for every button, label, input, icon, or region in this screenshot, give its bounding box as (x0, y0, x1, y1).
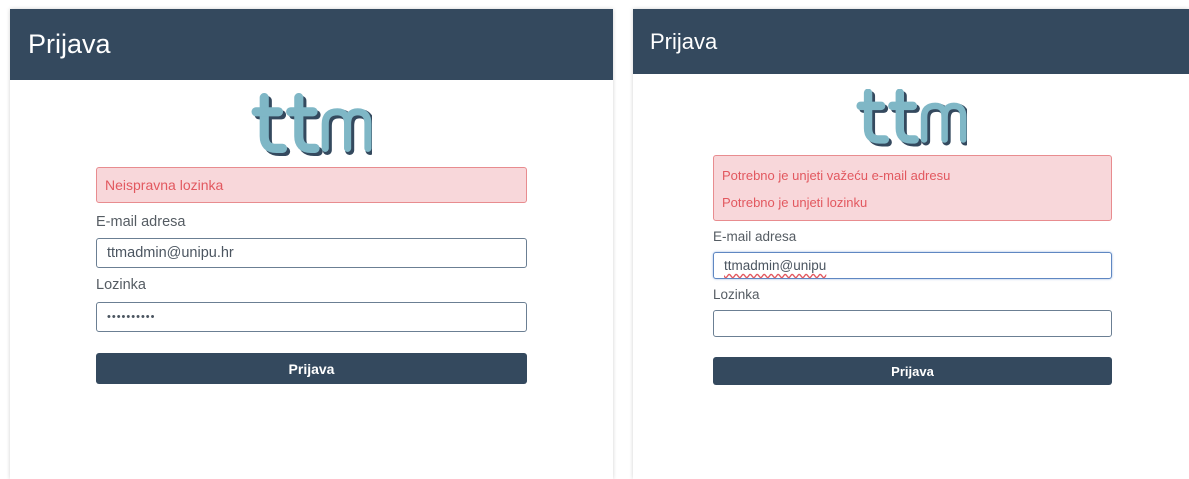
login-form: Neispravna lozinka E-mail adresa ttmadmi… (96, 167, 527, 384)
login-button[interactable]: Prijava (713, 357, 1112, 385)
alert-message: Neispravna lozinka (105, 177, 224, 193)
ttm-logo: ttm (251, 93, 372, 157)
login-form: Potrebno je unjeti važeću e-mail adresu … (713, 155, 1112, 385)
login-button-label: Prijava (891, 363, 934, 379)
email-label: E-mail adresa (713, 229, 797, 244)
password-label: Lozinka (96, 277, 146, 293)
page-header: Prijava (10, 9, 613, 80)
alert-message-email: Potrebno je unjeti važeću e-mail adresu (722, 168, 951, 183)
page-title: Prijava (650, 28, 718, 54)
password-label: Lozinka (713, 287, 760, 302)
email-field[interactable]: ttmadmin@unipu (713, 252, 1112, 279)
login-button-label: Prijava (288, 360, 335, 377)
login-panel-left: Prijava ttm Neispravna lozinka E-mail ad… (10, 9, 613, 479)
error-alert: Neispravna lozinka (96, 167, 527, 203)
password-field[interactable] (713, 310, 1112, 337)
email-label: E-mail adresa (96, 214, 186, 230)
password-field[interactable]: •••••••••• (96, 302, 527, 332)
page-title: Prijava (28, 29, 111, 59)
email-field[interactable]: ttmadmin@unipu.hr (96, 238, 527, 268)
password-field-value: •••••••••• (107, 311, 156, 323)
page-header: Prijava (633, 9, 1189, 74)
email-field-value: ttmadmin@unipu (724, 258, 827, 273)
email-field-value: ttmadmin@unipu.hr (107, 245, 234, 261)
alert-message-password: Potrebno je unjeti lozinku (722, 195, 868, 210)
login-button[interactable]: Prijava (96, 353, 527, 384)
error-alert: Potrebno je unjeti važeću e-mail adresu … (713, 155, 1112, 221)
login-panel-right: Prijava ttm Potrebno je unjeti važeću e-… (633, 9, 1189, 479)
ttm-logo: ttm (856, 89, 967, 147)
